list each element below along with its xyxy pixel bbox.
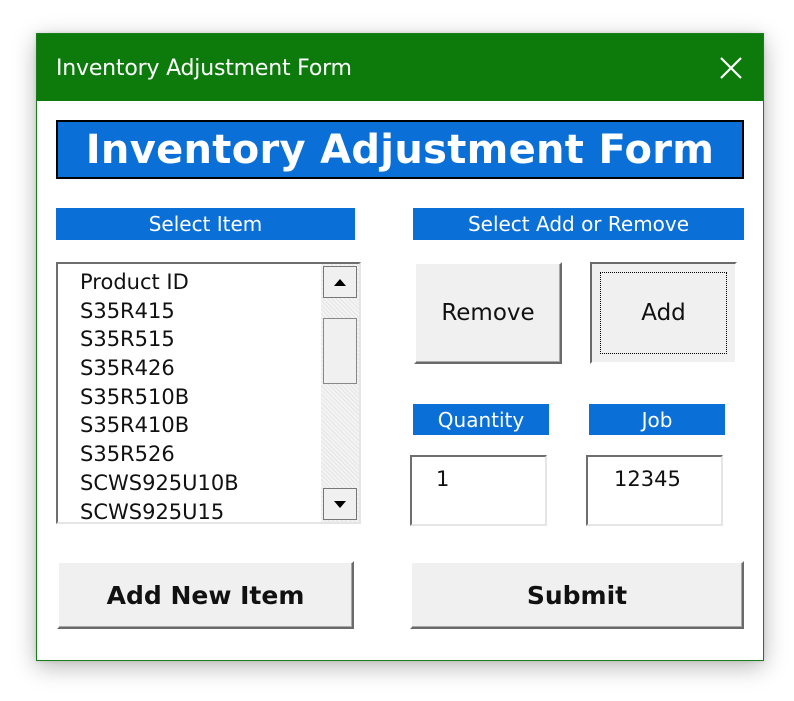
remove-toggle-button[interactable]: Remove xyxy=(414,262,562,364)
scroll-up-button[interactable] xyxy=(323,266,357,298)
list-item[interactable]: S35R526 xyxy=(80,440,239,469)
list-item[interactable]: S35R515 xyxy=(80,325,239,354)
remove-label: Remove xyxy=(441,300,534,326)
focus-indicator xyxy=(600,272,727,354)
item-listbox[interactable]: Product ID S35R415 S35R515 S35R426 S35R5… xyxy=(56,262,361,524)
scroll-thumb[interactable] xyxy=(323,318,357,384)
add-new-item-button[interactable]: Add New Item xyxy=(57,561,354,629)
window-title: Inventory Adjustment Form xyxy=(56,56,352,82)
arrow-down-icon xyxy=(333,500,347,509)
quantity-input[interactable]: 1 xyxy=(410,455,547,526)
list-item[interactable]: S35R410B xyxy=(80,411,239,440)
list-item[interactable]: Product ID xyxy=(80,268,239,297)
arrow-up-icon xyxy=(333,278,347,287)
close-icon xyxy=(719,56,743,80)
item-list: Product ID S35R415 S35R515 S35R426 S35R5… xyxy=(80,268,239,524)
form-heading-banner: Inventory Adjustment Form xyxy=(56,120,744,179)
quantity-label: Quantity xyxy=(413,404,549,435)
list-scrollbar[interactable] xyxy=(321,264,359,522)
title-bar: Inventory Adjustment Form xyxy=(37,34,763,101)
list-item[interactable]: S35R510B xyxy=(80,383,239,412)
inventory-adjustment-dialog: Inventory Adjustment Form Inventory Adju… xyxy=(36,33,764,661)
list-item[interactable]: S35R426 xyxy=(80,354,239,383)
list-item[interactable]: SCWS925U10B xyxy=(80,469,239,498)
submit-button[interactable]: Submit xyxy=(410,561,744,629)
list-item[interactable]: SCWS925U15 xyxy=(80,498,239,525)
job-label: Job xyxy=(589,404,725,435)
scroll-down-button[interactable] xyxy=(323,488,357,520)
add-toggle-button[interactable]: Add xyxy=(590,262,737,364)
list-item[interactable]: S35R415 xyxy=(80,297,239,326)
select-item-label: Select Item xyxy=(56,208,355,240)
job-input[interactable]: 12345 xyxy=(586,455,723,526)
select-add-remove-label: Select Add or Remove xyxy=(413,208,744,240)
close-button[interactable] xyxy=(699,34,763,101)
